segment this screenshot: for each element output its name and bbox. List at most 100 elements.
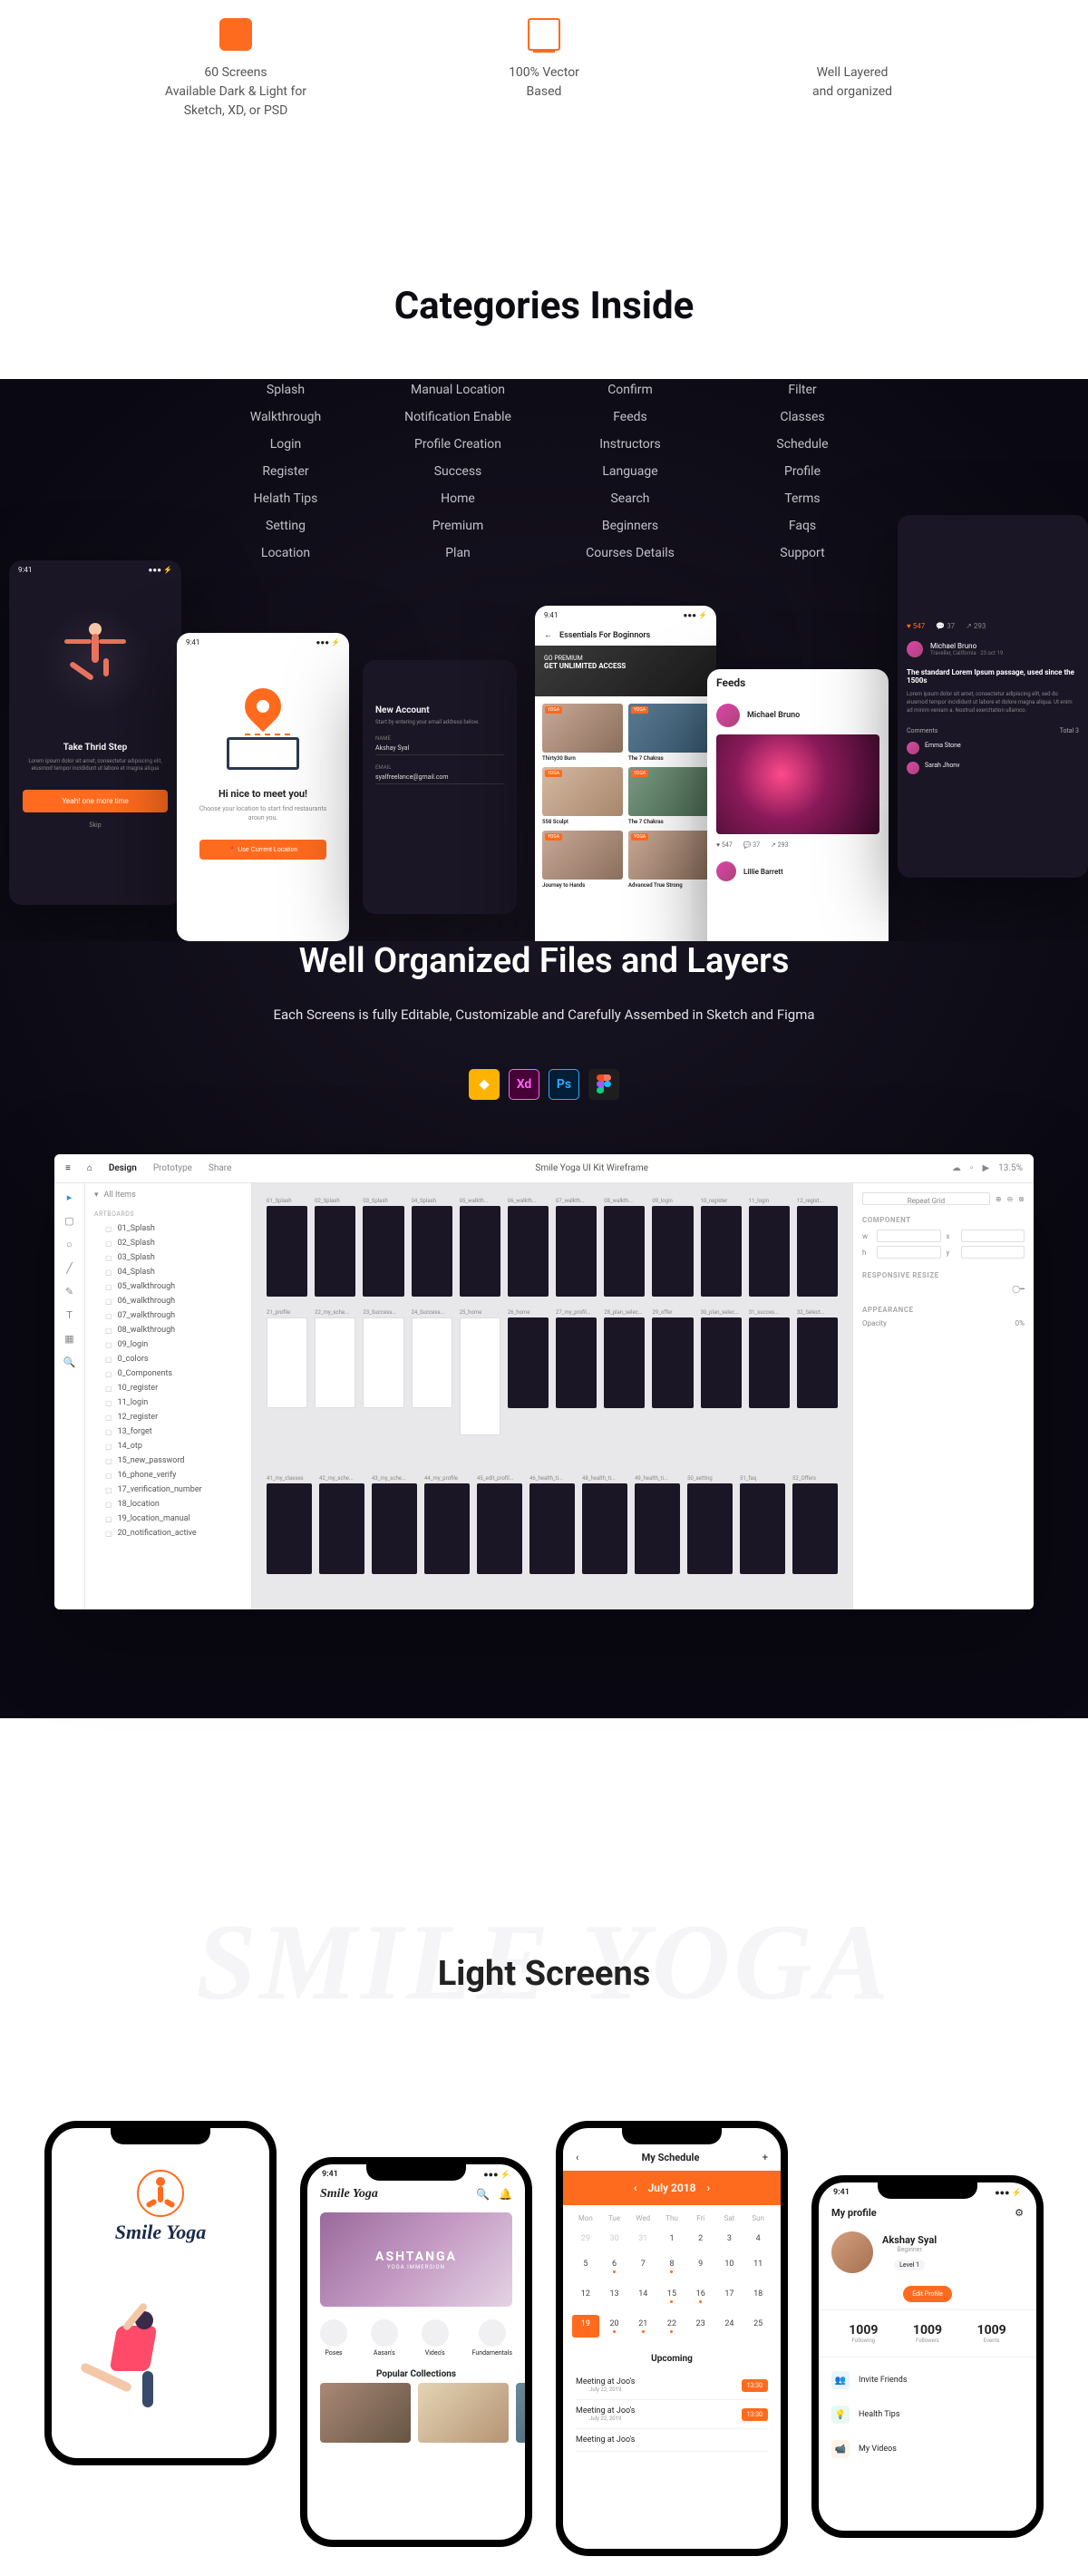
name-field[interactable]: Akshay Syal bbox=[375, 744, 504, 755]
artboard-tool-icon[interactable]: ▦ bbox=[63, 1332, 76, 1345]
pen-tool-icon[interactable]: ✎ bbox=[63, 1285, 76, 1298]
layer-item[interactable]: 03_Splash bbox=[85, 1250, 251, 1265]
calendar-day[interactable]: 13 bbox=[601, 2285, 628, 2308]
artboard[interactable]: 26_home bbox=[508, 1309, 549, 1435]
collection-card[interactable] bbox=[418, 2383, 509, 2443]
zoom-level[interactable]: 13.5% bbox=[998, 1163, 1023, 1173]
event-item[interactable]: Meeting at Joo's bbox=[576, 2429, 768, 2452]
calendar-day[interactable]: 25 bbox=[744, 2315, 772, 2338]
height-input[interactable] bbox=[877, 1246, 941, 1259]
artboard[interactable]: 03_Splash bbox=[363, 1198, 403, 1297]
calendar-day[interactable]: 29 bbox=[572, 2230, 599, 2248]
like-icon[interactable]: ♥ 547 bbox=[907, 622, 925, 630]
back-icon[interactable]: ← bbox=[544, 630, 552, 640]
content-card[interactable]: YOGAThe 7 Chakras bbox=[628, 767, 709, 825]
artboard[interactable]: 27_my_profil... bbox=[556, 1309, 597, 1435]
next-month-icon[interactable]: › bbox=[706, 2182, 710, 2194]
skip-link[interactable]: Skip bbox=[9, 821, 181, 829]
home-icon[interactable]: ⌂ bbox=[87, 1163, 92, 1173]
calendar-day[interactable]: 19 bbox=[572, 2315, 599, 2338]
calendar-day[interactable]: 11 bbox=[744, 2255, 772, 2278]
layer-item[interactable]: 0_colors bbox=[85, 1352, 251, 1366]
use-location-button[interactable]: 📍 Use Current Location bbox=[199, 840, 326, 860]
cloud-icon[interactable]: ☁ bbox=[952, 1163, 961, 1173]
gear-icon[interactable]: ⚙ bbox=[1015, 2207, 1024, 2219]
artboard[interactable]: 49_health_ti... bbox=[635, 1475, 680, 1574]
layer-item[interactable]: 11_login bbox=[85, 1395, 251, 1410]
artboard[interactable]: 12_regist... bbox=[797, 1198, 838, 1297]
artboard[interactable]: 45_edit_profil... bbox=[477, 1475, 522, 1574]
avatar[interactable] bbox=[831, 2231, 873, 2273]
avatar[interactable] bbox=[907, 641, 923, 657]
calendar-day[interactable]: 21 bbox=[629, 2315, 656, 2338]
artboard[interactable]: 29_offer bbox=[652, 1309, 693, 1435]
hero-banner[interactable]: ASHTANGA YOGA IMMERSION bbox=[320, 2212, 512, 2307]
artboard[interactable]: 07_walkth... bbox=[556, 1198, 597, 1297]
artboard[interactable]: 44_my_profile bbox=[424, 1475, 470, 1574]
artboard[interactable]: 04_Splash bbox=[412, 1198, 452, 1297]
artboard[interactable]: 10_register bbox=[701, 1198, 742, 1297]
layer-item[interactable]: 15_new_password bbox=[85, 1453, 251, 1468]
artboard[interactable]: 01_Splash bbox=[267, 1198, 307, 1297]
search-icon[interactable]: 🔍 bbox=[476, 2188, 490, 2201]
layer-item[interactable]: 0_Components bbox=[85, 1366, 251, 1381]
calendar-day[interactable]: 31 bbox=[629, 2230, 656, 2248]
layer-item[interactable]: 06_walkthrough bbox=[85, 1294, 251, 1308]
calendar-day[interactable]: 4 bbox=[744, 2230, 772, 2248]
calendar-day[interactable]: 12 bbox=[572, 2285, 599, 2308]
layer-item[interactable]: 10_register bbox=[85, 1381, 251, 1395]
tab-design[interactable]: Design bbox=[109, 1163, 137, 1173]
tab-share[interactable]: Share bbox=[209, 1163, 231, 1173]
repeat-grid-button[interactable]: Repeat Grid bbox=[862, 1192, 990, 1205]
intersect-icon[interactable]: ⊗ bbox=[1018, 1195, 1025, 1203]
subtract-icon[interactable]: ⊖ bbox=[1007, 1195, 1014, 1203]
walkthrough-cta[interactable]: Yeah! one more time bbox=[23, 790, 168, 812]
prev-month-icon[interactable]: ‹ bbox=[634, 2182, 637, 2194]
zoom-tool-icon[interactable]: 🔍 bbox=[63, 1356, 76, 1368]
collection-card[interactable] bbox=[516, 2383, 525, 2443]
event-item[interactable]: Meeting at Joo'sJuly 22, 201913:30 bbox=[576, 2371, 768, 2400]
artboard[interactable]: 02_Splash bbox=[315, 1198, 355, 1297]
event-item[interactable]: Meeting at Joo'sJuly 22, 201913:30 bbox=[576, 2400, 768, 2429]
content-card[interactable]: YOGA558 Sculpt bbox=[542, 767, 623, 825]
rect-tool-icon[interactable]: ▢ bbox=[63, 1214, 76, 1227]
calendar-day[interactable]: 17 bbox=[716, 2285, 743, 2308]
artboard[interactable]: 41_my_classes bbox=[267, 1475, 312, 1574]
back-icon[interactable]: ‹ bbox=[576, 2152, 578, 2163]
bell-icon[interactable]: 🔔 bbox=[499, 2188, 512, 2201]
artboard[interactable]: 05_walkth... bbox=[460, 1198, 500, 1297]
artboard[interactable]: 31_succes... bbox=[749, 1309, 790, 1435]
calendar-day[interactable]: 18 bbox=[744, 2285, 772, 2308]
artboard[interactable]: 28_plan_selec... bbox=[604, 1309, 645, 1435]
menu-item[interactable]: 📹My Videos bbox=[819, 2432, 1036, 2466]
calendar-day[interactable]: 20 bbox=[601, 2315, 628, 2338]
add-icon[interactable]: ⊕ bbox=[996, 1195, 1002, 1203]
artboard[interactable]: 52_Offers bbox=[792, 1475, 838, 1574]
category-pill[interactable]: Video's bbox=[422, 2319, 449, 2357]
artboard[interactable]: 23_Success... bbox=[363, 1309, 403, 1435]
feed-image[interactable] bbox=[716, 734, 879, 834]
layer-item[interactable]: 04_Splash bbox=[85, 1265, 251, 1279]
category-pill[interactable]: Fundamentals bbox=[472, 2319, 512, 2357]
layer-item[interactable]: 07_walkthrough bbox=[85, 1308, 251, 1323]
calendar-day[interactable]: 5 bbox=[572, 2255, 599, 2278]
add-icon[interactable]: + bbox=[763, 2152, 768, 2163]
calendar-day[interactable]: 9 bbox=[687, 2255, 714, 2278]
menu-icon[interactable]: ≡ bbox=[65, 1163, 71, 1173]
layer-item[interactable]: 01_Splash bbox=[85, 1221, 251, 1236]
calendar-day[interactable]: 24 bbox=[716, 2315, 743, 2338]
layer-item[interactable]: 02_Splash bbox=[85, 1236, 251, 1250]
calendar-day[interactable]: 10 bbox=[716, 2255, 743, 2278]
category-pill[interactable]: Poses bbox=[320, 2319, 347, 2357]
calendar-day[interactable]: 3 bbox=[716, 2230, 743, 2248]
edit-profile-button[interactable]: Edit Profile bbox=[903, 2286, 952, 2302]
content-card[interactable]: YOGAAdvanced True Strong bbox=[628, 831, 709, 889]
content-card[interactable]: YOGAThe 7 Chakras bbox=[628, 704, 709, 762]
select-tool-icon[interactable]: ▸ bbox=[63, 1191, 76, 1203]
layer-item[interactable]: 20_notification_active bbox=[85, 1526, 251, 1541]
text-tool-icon[interactable]: T bbox=[63, 1308, 76, 1321]
chevron-down-icon[interactable]: ▾ bbox=[94, 1191, 99, 1200]
layer-item[interactable]: 17_verification_number bbox=[85, 1482, 251, 1497]
email-field[interactable]: syalfreelance@gmail.com bbox=[375, 773, 504, 784]
calendar-day[interactable]: 15 bbox=[658, 2285, 685, 2308]
